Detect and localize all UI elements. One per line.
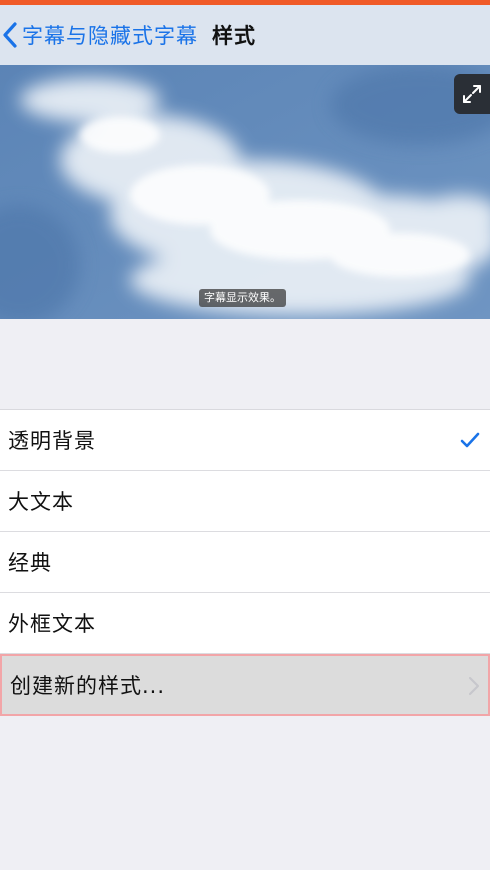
style-option-outline-text[interactable]: 外框文本 bbox=[0, 593, 490, 654]
back-button-label: 字幕与隐藏式字幕 bbox=[22, 24, 198, 48]
style-option-label: 大文本 bbox=[8, 490, 74, 514]
create-new-style-label: 创建新的样式... bbox=[10, 674, 166, 698]
checkmark-icon bbox=[460, 432, 480, 448]
chevron-left-icon bbox=[3, 22, 17, 48]
back-button[interactable]: 字幕与隐藏式字幕 bbox=[0, 5, 198, 65]
create-new-style-button[interactable]: 创建新的样式... bbox=[0, 654, 490, 716]
page-title: 样式 bbox=[212, 24, 256, 48]
style-option-transparent-background[interactable]: 透明背景 bbox=[0, 410, 490, 471]
caption-preview: 字幕显示效果。 bbox=[0, 65, 490, 319]
style-list: 透明背景 大文本 经典 外框文本 创建新的样式... bbox=[0, 409, 490, 716]
chevron-right-icon bbox=[468, 676, 480, 696]
caption-sample: 字幕显示效果。 bbox=[199, 289, 286, 307]
settings-page: 字幕与隐藏式字幕 样式 字幕显示效果。 透明背景 大文本 经典 外框文本 创建新… bbox=[0, 0, 490, 870]
style-option-large-text[interactable]: 大文本 bbox=[0, 471, 490, 532]
expand-button[interactable] bbox=[454, 74, 490, 114]
sky-background bbox=[0, 65, 490, 319]
expand-icon bbox=[463, 85, 481, 103]
style-option-classic[interactable]: 经典 bbox=[0, 532, 490, 593]
style-option-label: 外框文本 bbox=[8, 612, 96, 636]
style-option-label: 经典 bbox=[8, 551, 52, 575]
navigation-bar: 字幕与隐藏式字幕 样式 bbox=[0, 5, 490, 65]
style-option-label: 透明背景 bbox=[8, 429, 96, 453]
